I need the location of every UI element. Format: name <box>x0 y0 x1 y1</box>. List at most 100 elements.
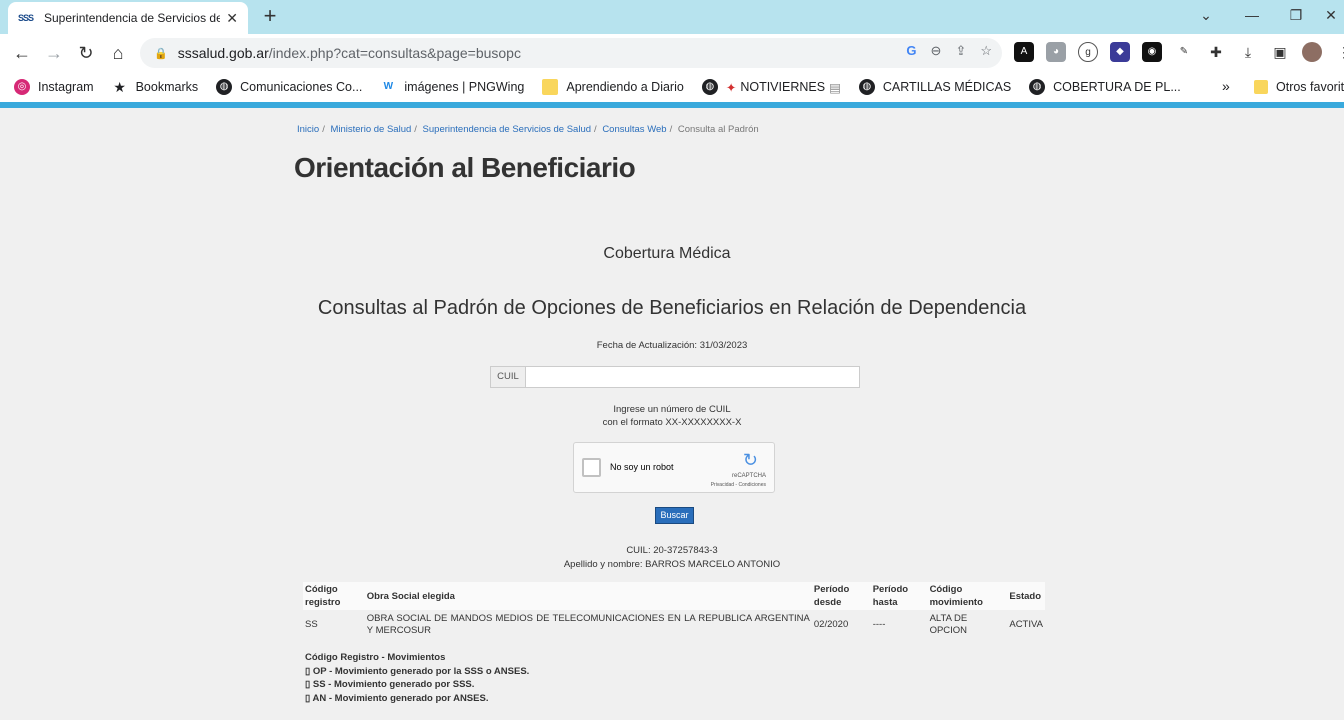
bookmark-item-cartillas[interactable]: ◍ CARTILLAS MÉDICAS <box>858 79 1012 95</box>
bullet-icon: ▯ <box>305 692 313 704</box>
globe-icon: ◍ <box>1029 79 1046 95</box>
minimize-button[interactable]: — <box>1232 4 1272 28</box>
tab-search-icon[interactable]: ⌄ <box>1186 4 1226 28</box>
bookmark-label: Bookmarks <box>135 80 199 94</box>
browser-toolbar: ← → ↻ ⌂ 🔒 sssalud.gob.ar/index.php?cat=c… <box>0 34 1344 72</box>
cuil-field-group: CUIL <box>490 366 860 388</box>
google-icon[interactable]: G <box>906 43 916 59</box>
bookmark-item-cobertura[interactable]: ◍ COBERTURA DE PL... <box>1029 79 1181 95</box>
result-summary: CUIL: 20-37257843-3 Apellido y nombre: B… <box>0 544 1344 572</box>
breadcrumb-superintendencia[interactable]: Superintendencia de Servicios de Salud <box>423 124 591 135</box>
dark-extension-icon[interactable]: ◉ <box>1142 42 1162 62</box>
bookmark-item-aprendiendo[interactable]: Aprendiendo a Diario <box>542 79 684 95</box>
table-cell: ACTIVA <box>1009 619 1043 630</box>
browser-tab[interactable]: SSS Superintendencia de Servicios de ✕ <box>8 2 248 34</box>
bookmark-label: Comunicaciones Co... <box>240 80 363 94</box>
legend-title: Código Registro - Movimientos <box>305 652 446 663</box>
profile-avatar[interactable] <box>1302 42 1322 62</box>
bullet-icon: ▯ <box>305 665 313 677</box>
table-cell: ALTA DE OPCION <box>929 613 968 636</box>
cuil-label: CUIL <box>490 366 526 388</box>
bookmark-item-pngwing[interactable]: Wimágenes | PNGWing <box>380 79 525 95</box>
new-tab-button[interactable]: + <box>258 4 282 28</box>
home-icon[interactable]: ⌂ <box>106 41 130 65</box>
table-cell: ---- <box>872 619 886 630</box>
restore-button[interactable]: ❐ <box>1276 4 1316 28</box>
share-icon[interactable]: ⇪ <box>955 43 966 59</box>
column-header: Código registro <box>303 582 365 610</box>
menu-icon[interactable]: ⋮ <box>1334 42 1344 62</box>
recaptcha-logo-icon: ↻ <box>742 450 758 470</box>
site-favicon-icon: SSS <box>18 13 34 23</box>
instagram-icon: ◎ <box>14 79 30 95</box>
legend-item: ▯ AN - Movimiento generado por ANSES. <box>305 692 529 706</box>
more-bookmarks-icon[interactable]: » <box>1222 78 1230 94</box>
globe-icon: ◍ <box>858 79 875 95</box>
other-bookmarks[interactable]: Otros favoritos <box>1254 72 1344 102</box>
recaptcha-links[interactable]: Privacidad - Condiciones <box>711 482 766 488</box>
cuil-input[interactable] <box>526 366 860 388</box>
table-header-row: Código registro Obra Social elegida Perí… <box>303 582 1045 610</box>
search-button[interactable]: Buscar <box>655 507 694 524</box>
url-path: /index.php?cat=consultas&page=busopc <box>268 45 521 61</box>
breadcrumb: Inicio / Ministerio de Salud / Superintend… <box>297 124 759 135</box>
bookmark-item-comunicaciones[interactable]: ◍ Comunicaciones Co... <box>216 79 362 95</box>
column-header: Período desde <box>811 582 871 610</box>
bookmark-item-bookmarks[interactable]: ★ Bookmarks <box>112 79 199 95</box>
zoom-icon[interactable]: ⊖ <box>931 43 942 59</box>
bookmark-label: CARTILLAS MÉDICAS <box>882 80 1012 94</box>
bookmark-star-icon[interactable]: ☆ <box>980 43 992 59</box>
tab-title: Superintendencia de Servicios de <box>44 11 221 25</box>
address-bar[interactable]: 🔒 sssalud.gob.ar/index.php?cat=consultas… <box>140 38 1002 68</box>
movements-legend: Código Registro - Movimientos ▯ OP - Mov… <box>305 651 529 705</box>
bookmark-label: NOTIVIERNES <box>740 80 826 94</box>
canada-flag-icon: ✦ <box>725 80 737 95</box>
news-icon: ▤ <box>829 80 841 95</box>
puzzle-extensions-icon[interactable]: ✚ <box>1206 42 1226 62</box>
cuil-hint: Ingrese un número de CUIL con el formato… <box>0 403 1344 429</box>
bullet-icon: ▯ <box>305 679 313 690</box>
result-name: Apellido y nombre: BARROS MARCELO ANTONI… <box>563 559 781 570</box>
side-panel-icon[interactable]: ▣ <box>1270 42 1290 62</box>
legend-item-text: OP - Movimiento generado por la SSS o AN… <box>312 665 530 677</box>
recaptcha-widget: No soy un robot ↻ reCAPTCHA Privacidad -… <box>573 442 775 493</box>
close-tab-icon[interactable]: ✕ <box>226 10 238 27</box>
column-header: Obra Social elegida <box>364 582 812 610</box>
hint-line-2: con el formato XX-XXXXXXXX-X <box>602 417 742 428</box>
bookmarks-bar: ◎ Instagram ★ Bookmarks ◍ Comunicaciones Co… <box>0 72 1344 102</box>
legend-item-text: SS - Movimiento generado por SSS. <box>312 679 475 690</box>
padron-table: Código registro Obra Social elegida Perí… <box>303 582 1045 640</box>
globe-icon: ◍ <box>701 79 718 95</box>
result-cuil: CUIL: 20-37257843-3 <box>626 545 718 556</box>
edit-extension-icon[interactable]: ✎ <box>1174 42 1194 62</box>
breadcrumb-current: Consulta al Padrón <box>677 124 759 135</box>
recaptcha-label: No soy un robot <box>610 462 674 472</box>
bookmark-item-notiviernes[interactable]: ◍ ✦ NOTIVIERNES ▤ <box>701 79 841 95</box>
folder-icon <box>1254 80 1268 94</box>
table-cell: 02/2020 <box>813 619 849 630</box>
breadcrumb-inicio[interactable]: Inicio <box>297 124 319 135</box>
angular-extension-icon[interactable]: A <box>1014 42 1034 62</box>
bookmark-item-instagram[interactable]: ◎ Instagram <box>14 79 94 95</box>
close-window-button[interactable]: ✕ <box>1318 4 1344 28</box>
header-accent-bar <box>0 102 1344 108</box>
cat-extension-icon[interactable]: ◕ <box>1046 42 1066 62</box>
breadcrumb-ministerio[interactable]: Ministerio de Salud <box>330 124 411 135</box>
star-icon: ★ <box>113 79 126 95</box>
bookmark-label: COBERTURA DE PL... <box>1053 80 1181 94</box>
recaptcha-checkbox[interactable] <box>582 458 601 477</box>
back-icon[interactable]: ← <box>10 41 34 65</box>
breadcrumb-consultas-web[interactable]: Consultas Web <box>602 124 666 135</box>
reload-icon[interactable]: ↻ <box>74 41 98 65</box>
pngwing-icon: W <box>383 81 394 92</box>
column-header: Estado <box>1007 582 1045 610</box>
bookmark-label: imágenes | PNGWing <box>404 80 525 94</box>
download-icon[interactable]: ⤓ <box>1238 42 1258 62</box>
lock-icon[interactable]: 🔒 <box>154 47 168 60</box>
color-extension-icon[interactable]: ◆ <box>1110 42 1130 62</box>
page-title: Orientación al Beneficiario <box>294 152 636 183</box>
forward-icon[interactable]: → <box>42 41 66 65</box>
section-title: Cobertura Médica <box>603 245 731 262</box>
gpt-extension-icon[interactable]: g <box>1078 42 1098 62</box>
table-cell: SS <box>305 619 318 630</box>
